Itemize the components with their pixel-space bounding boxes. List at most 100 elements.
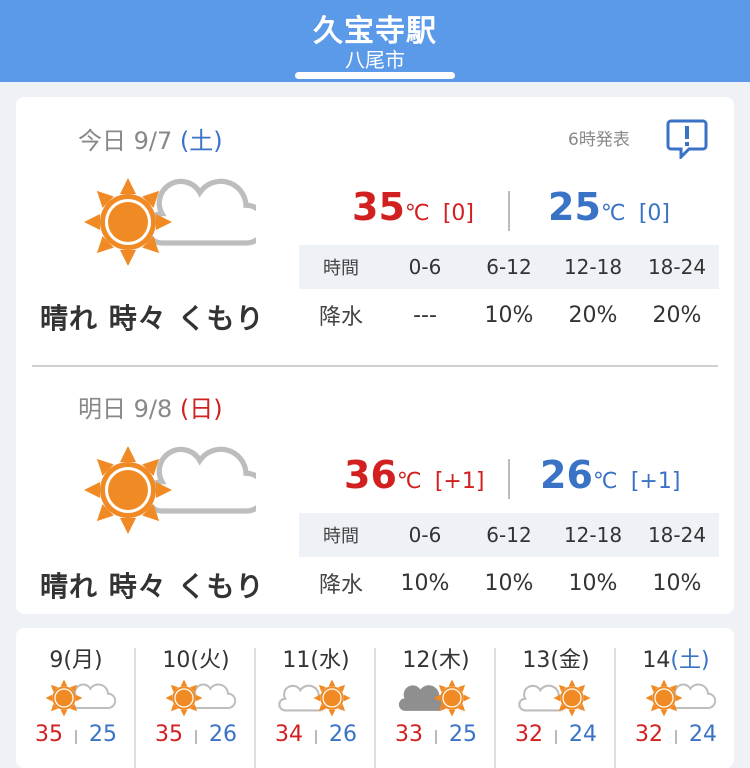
sun-cloud-icon <box>645 679 717 717</box>
max-temp-diff: [0] <box>442 201 475 226</box>
weekly-date: 11(水) <box>256 642 376 674</box>
max-temp: 35℃ [0] <box>352 185 474 229</box>
sun-cloud-icon <box>45 679 117 717</box>
min-temp-value: 25 <box>548 185 601 229</box>
weekly-day[interactable]: 10(火) 35 26 <box>136 628 256 768</box>
rain-value-row: 降水 --- 10% 20% 20% <box>299 289 719 341</box>
rain-value-cell: 10% <box>484 570 534 596</box>
forecast-card: 今日 9/7 (土) 6時発表 晴れ 時々 くもり 35℃ [0] 25℃ [0… <box>16 97 734 614</box>
weekly-date-num: 12 <box>402 648 431 673</box>
min-temp-diff: [0] <box>638 201 671 226</box>
rain-header-label: 時間 <box>323 258 359 279</box>
weekly-temp-separator <box>435 730 437 744</box>
weekly-dow: (火) <box>190 648 230 673</box>
temp-separator <box>508 191 510 231</box>
weekly-day[interactable]: 11(水) 34 26 <box>256 628 376 768</box>
weekly-high: 35 <box>35 722 63 747</box>
weekly-low: 25 <box>89 722 117 747</box>
tomorrow-rain-table: 時間 0-6 6-12 12-18 18-24 降水 10% 10% 10% 1… <box>299 513 719 609</box>
weekly-low: 24 <box>569 722 597 747</box>
weekly-temp-separator <box>315 730 317 744</box>
max-temp: 36℃ [+1] <box>344 453 484 497</box>
temp-separator <box>508 459 510 499</box>
weekly-date: 9(月) <box>16 642 136 674</box>
max-temp-value: 35 <box>352 185 405 229</box>
weekly-day[interactable]: 13(金) 32 24 <box>496 628 616 768</box>
sun-cloud-icon <box>165 679 237 717</box>
weather-description: 晴れ 時々 くもり <box>40 570 265 603</box>
weekly-date: 10(火) <box>136 642 256 674</box>
rain-header-row: 時間 0-6 6-12 12-18 18-24 <box>299 245 719 289</box>
weekly-date-num: 9 <box>49 648 64 673</box>
weekly-day[interactable]: 12(木) 33 25 <box>376 628 496 768</box>
today-date-text: 今日 9/7 <box>78 127 173 155</box>
cloud-sun-icon <box>518 679 591 717</box>
weekly-low: 26 <box>209 722 237 747</box>
rain-value-cell: 10% <box>568 570 618 596</box>
today-dow: (土) <box>179 127 223 155</box>
weekly-date-num: 11 <box>282 648 311 673</box>
rain-value-cell: 10% <box>484 302 534 328</box>
weekly-high: 34 <box>275 722 303 747</box>
weekly-high: 32 <box>635 722 663 747</box>
weekly-date: 12(木) <box>376 642 496 674</box>
rain-header-cell: 6-12 <box>486 523 532 547</box>
max-temp-value: 36 <box>344 453 397 497</box>
rain-value-cell: 20% <box>652 302 702 328</box>
alert-icon[interactable] <box>666 117 708 159</box>
min-temp: 26℃ [+1] <box>540 453 680 497</box>
today-temps: 35℃ [0] 25℃ [0] <box>296 185 716 235</box>
rain-header-cell: 12-18 <box>563 523 623 547</box>
weekly-date: 13(金) <box>496 642 616 674</box>
weekly-day[interactable]: 9(月) 35 25 <box>16 628 136 768</box>
weekly-high: 32 <box>515 722 543 747</box>
rain-header-cell: 0-6 <box>408 523 442 547</box>
rain-header-row: 時間 0-6 6-12 12-18 18-24 <box>299 513 719 557</box>
min-temp: 25℃ [0] <box>548 185 670 229</box>
weekly-low: 25 <box>449 722 477 747</box>
rain-value-cell: --- <box>413 302 437 328</box>
sun-and-cloud-icon <box>84 178 256 266</box>
rain-value-cell: 10% <box>652 570 702 596</box>
min-temp-diff: [+1] <box>630 469 681 494</box>
rain-value-label: 降水 <box>318 573 363 598</box>
today-date: 今日 9/7 (土) <box>78 121 223 156</box>
header: 久宝寺駅 八尾市 <box>0 0 750 82</box>
max-temp-diff: [+1] <box>434 469 485 494</box>
rain-header-cell: 18-24 <box>647 255 707 279</box>
weekly-temp-separator <box>75 730 77 744</box>
weekly-date: 14(土) <box>616 642 734 674</box>
weekly-date-num: 14 <box>642 648 671 673</box>
weekly-date-num: 13 <box>522 648 551 673</box>
rain-value-label: 降水 <box>318 305 363 330</box>
rain-header-label: 時間 <box>323 526 359 547</box>
weekly-temp-separator <box>195 730 197 744</box>
weekly-high: 35 <box>155 722 183 747</box>
tomorrow-dow: (日) <box>179 395 223 423</box>
weekly-dow: (水) <box>310 648 350 673</box>
weekly-forecast[interactable]: 9(月) 35 25 10(火) 35 26 11(水) 34 26 12(木) <box>16 628 734 768</box>
rain-header-cell: 6-12 <box>486 255 532 279</box>
weekly-dow: (月) <box>63 648 103 673</box>
tomorrow-date-text: 明日 9/8 <box>78 395 173 423</box>
today-forecast: 今日 9/7 (土) 6時発表 晴れ 時々 くもり 35℃ [0] 25℃ [0… <box>16 97 734 347</box>
weekly-dow: (木) <box>430 648 470 673</box>
rain-header-cell: 0-6 <box>408 255 442 279</box>
city-name: 八尾市 <box>345 48 405 72</box>
weekly-day[interactable]: 14(土) 32 24 <box>616 628 734 768</box>
weather-description: 晴れ 時々 くもり <box>40 302 265 335</box>
weekly-dow: (土) <box>670 648 710 673</box>
sun-and-cloud-icon <box>84 446 256 534</box>
min-temp-value: 26 <box>540 453 593 497</box>
dark-cloud-sun-icon <box>398 679 471 717</box>
today-rain-table: 時間 0-6 6-12 12-18 18-24 降水 --- 10% 20% 2… <box>299 245 719 341</box>
weekly-dow: (金) <box>550 648 590 673</box>
tomorrow-date: 明日 9/8 (日) <box>78 389 223 424</box>
max-temp-unit: ℃ <box>404 201 430 226</box>
rain-value-cell: 20% <box>568 302 618 328</box>
min-temp-unit: ℃ <box>600 201 626 226</box>
announce-time: 6時発表 <box>568 130 630 150</box>
weekly-low: 26 <box>329 722 357 747</box>
weekly-temp-separator <box>675 730 677 744</box>
rain-header-cell: 18-24 <box>647 523 707 547</box>
